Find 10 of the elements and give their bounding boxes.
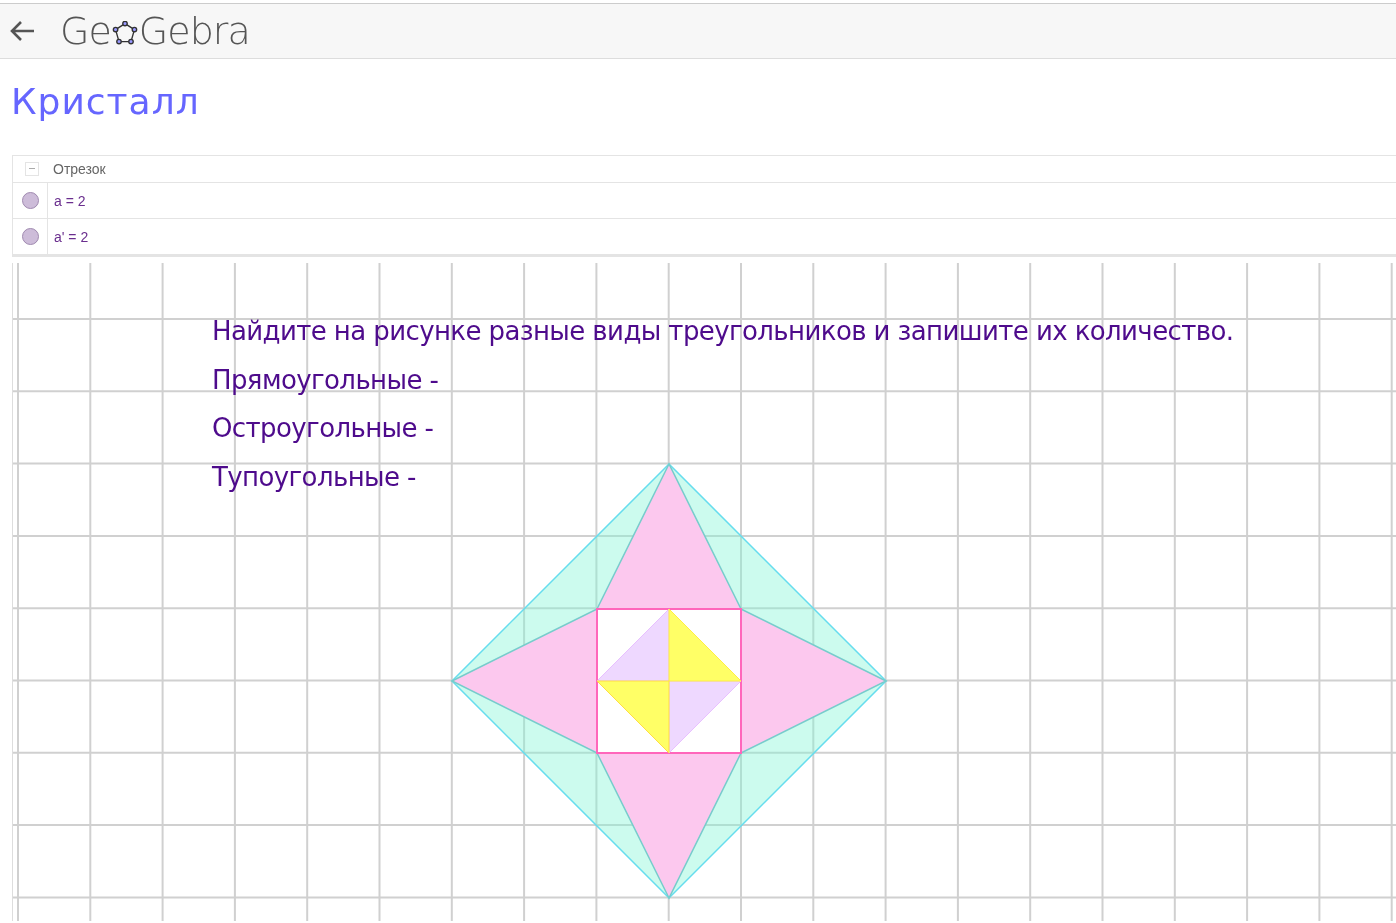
- logo-text[interactable]: Gebra: [138, 9, 250, 53]
- algebra-expression[interactable]: a' = 2: [54, 228, 89, 245]
- page-title: Кристалл: [11, 81, 201, 124]
- algebra-expression[interactable]: a = 2: [54, 192, 86, 209]
- task-text: Найдите на рисунке разные виды треугольников и запишите их количество.: [212, 315, 1234, 348]
- task-text: Прямоугольные -: [212, 363, 440, 397]
- task-text: Остроугольные -: [212, 412, 435, 445]
- group-label: Отрезок: [53, 161, 106, 177]
- logo-text[interactable]: Ge: [60, 9, 111, 53]
- task-text: Тупоугольные -: [212, 460, 417, 494]
